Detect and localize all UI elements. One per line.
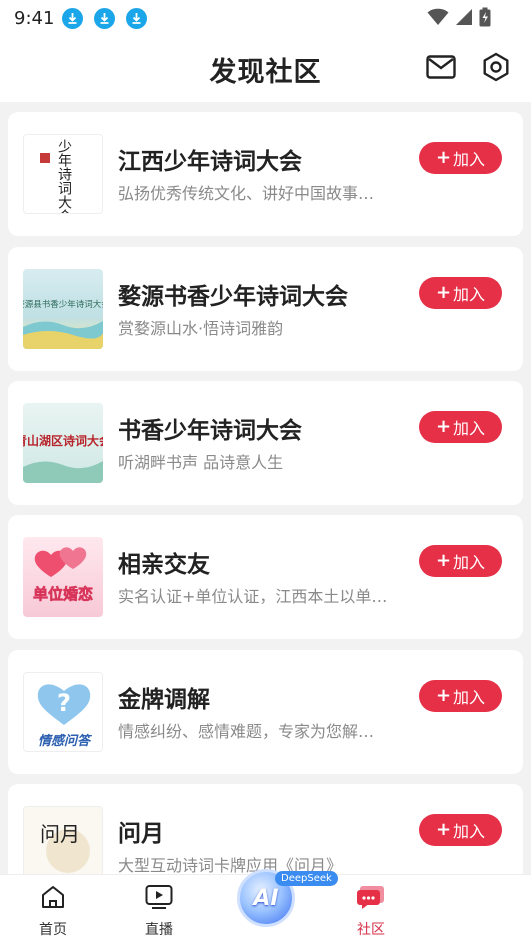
play-icon <box>145 883 173 911</box>
community-card[interactable]: 问月 问月 大型互动诗词卡牌应用《问月》 + 加入 <box>8 784 523 874</box>
join-label: 加入 <box>453 419 486 438</box>
join-label: 加入 <box>453 150 486 169</box>
community-thumbnail: 少年诗词大会 <box>23 134 103 214</box>
thumbnail-text: 青山湖区诗词大会 <box>23 433 103 448</box>
header: 发现社区 <box>0 36 531 102</box>
community-thumbnail: 单位婚恋 <box>23 537 103 617</box>
community-card[interactable]: 婺源县书香少年诗词大会 婺源书香少年诗词大会 赏婺源山水·悟诗词雅韵 + 加入 <box>8 247 523 371</box>
join-label: 加入 <box>453 822 486 841</box>
community-description: 听湖畔书声 品诗意人生 <box>118 453 284 472</box>
thumbnail-text: 情感问答 <box>38 733 92 749</box>
community-list[interactable]: 少年诗词大会 江西少年诗词大会 弘扬优秀传统文化、讲好中国故事… + 加入 婺源… <box>0 102 531 874</box>
home-icon <box>39 883 67 911</box>
community-title: 金牌调解 <box>118 687 210 713</box>
community-title: 婺源书香少年诗词大会 <box>118 284 348 310</box>
join-label: 加入 <box>453 688 486 707</box>
bottom-tab-bar: 首页 直播 AI DeepSeek 社区 <box>0 869 531 944</box>
tab-live[interactable]: 直播 <box>119 875 199 944</box>
mail-button[interactable] <box>425 53 457 85</box>
community-thumbnail: 青山湖区诗词大会 <box>23 403 103 483</box>
thumbnail-text: 婺源县书香少年诗词大会 <box>23 299 103 310</box>
tab-label: 社区 <box>357 922 385 938</box>
community-thumbnail: ? 情感问答 <box>23 672 103 752</box>
join-button[interactable]: + 加入 <box>419 545 502 577</box>
ai-label: AI <box>253 885 279 911</box>
community-title: 问月 <box>118 821 164 847</box>
signal-icon <box>455 8 473 30</box>
join-label: 加入 <box>453 285 486 304</box>
community-description: 实名认证+单位认证，江西本土以单… <box>118 587 388 606</box>
tab-label: 直播 <box>145 922 173 938</box>
status-time: 9:41 <box>14 7 55 29</box>
community-title: 相亲交友 <box>118 552 210 578</box>
chat-bubble-icon <box>357 883 385 911</box>
join-button[interactable]: + 加入 <box>419 142 502 174</box>
plus-icon: + <box>435 282 452 303</box>
community-thumbnail: 问月 <box>23 806 103 874</box>
tab-home[interactable]: 首页 <box>13 875 93 944</box>
settings-icon <box>481 52 511 86</box>
plus-icon: + <box>435 147 452 168</box>
thumbnail-text: 问月 <box>40 822 80 846</box>
svg-text:?: ? <box>57 689 71 717</box>
plus-icon: + <box>435 819 452 840</box>
tab-community[interactable]: 社区 <box>331 875 411 944</box>
mail-icon <box>426 55 456 83</box>
plus-icon: + <box>435 550 452 571</box>
wifi-icon <box>427 8 449 30</box>
settings-button[interactable] <box>480 52 512 86</box>
community-card[interactable]: 青山湖区诗词大会 书香少年诗词大会 听湖畔书声 品诗意人生 + 加入 <box>8 381 523 505</box>
download-icon <box>62 7 84 29</box>
download-icon <box>126 7 148 29</box>
community-description: 弘扬优秀传统文化、讲好中国故事… <box>118 184 375 203</box>
community-thumbnail: 婺源县书香少年诗词大会 <box>23 269 103 349</box>
tab-label: 首页 <box>39 922 67 938</box>
join-button[interactable]: + 加入 <box>419 814 502 846</box>
join-button[interactable]: + 加入 <box>419 411 502 443</box>
community-description: 情感纠纷、感情难题，专家为您解… <box>118 722 375 741</box>
join-button[interactable]: + 加入 <box>419 680 502 712</box>
thumbnail-text: 少年诗词大会 <box>56 139 72 214</box>
community-card[interactable]: 少年诗词大会 江西少年诗词大会 弘扬优秀传统文化、讲好中国故事… + 加入 <box>8 112 523 236</box>
thumbnail-text: 单位婚恋 <box>33 585 93 603</box>
join-button[interactable]: + 加入 <box>419 277 502 309</box>
deepseek-badge: DeepSeek <box>275 871 338 886</box>
battery-icon <box>479 7 491 31</box>
community-title: 江西少年诗词大会 <box>118 149 302 175</box>
community-description: 赏婺源山水·悟诗词雅韵 <box>118 319 284 338</box>
join-label: 加入 <box>453 553 486 572</box>
community-card[interactable]: 单位婚恋 相亲交友 实名认证+单位认证，江西本土以单… + 加入 <box>8 515 523 639</box>
download-icon <box>94 7 116 29</box>
plus-icon: + <box>435 685 452 706</box>
status-bar: 9:41 <box>0 0 531 36</box>
community-title: 书香少年诗词大会 <box>118 418 302 444</box>
community-card[interactable]: ? 情感问答 金牌调解 情感纠纷、感情难题，专家为您解… + 加入 <box>8 650 523 774</box>
plus-icon: + <box>435 416 452 437</box>
